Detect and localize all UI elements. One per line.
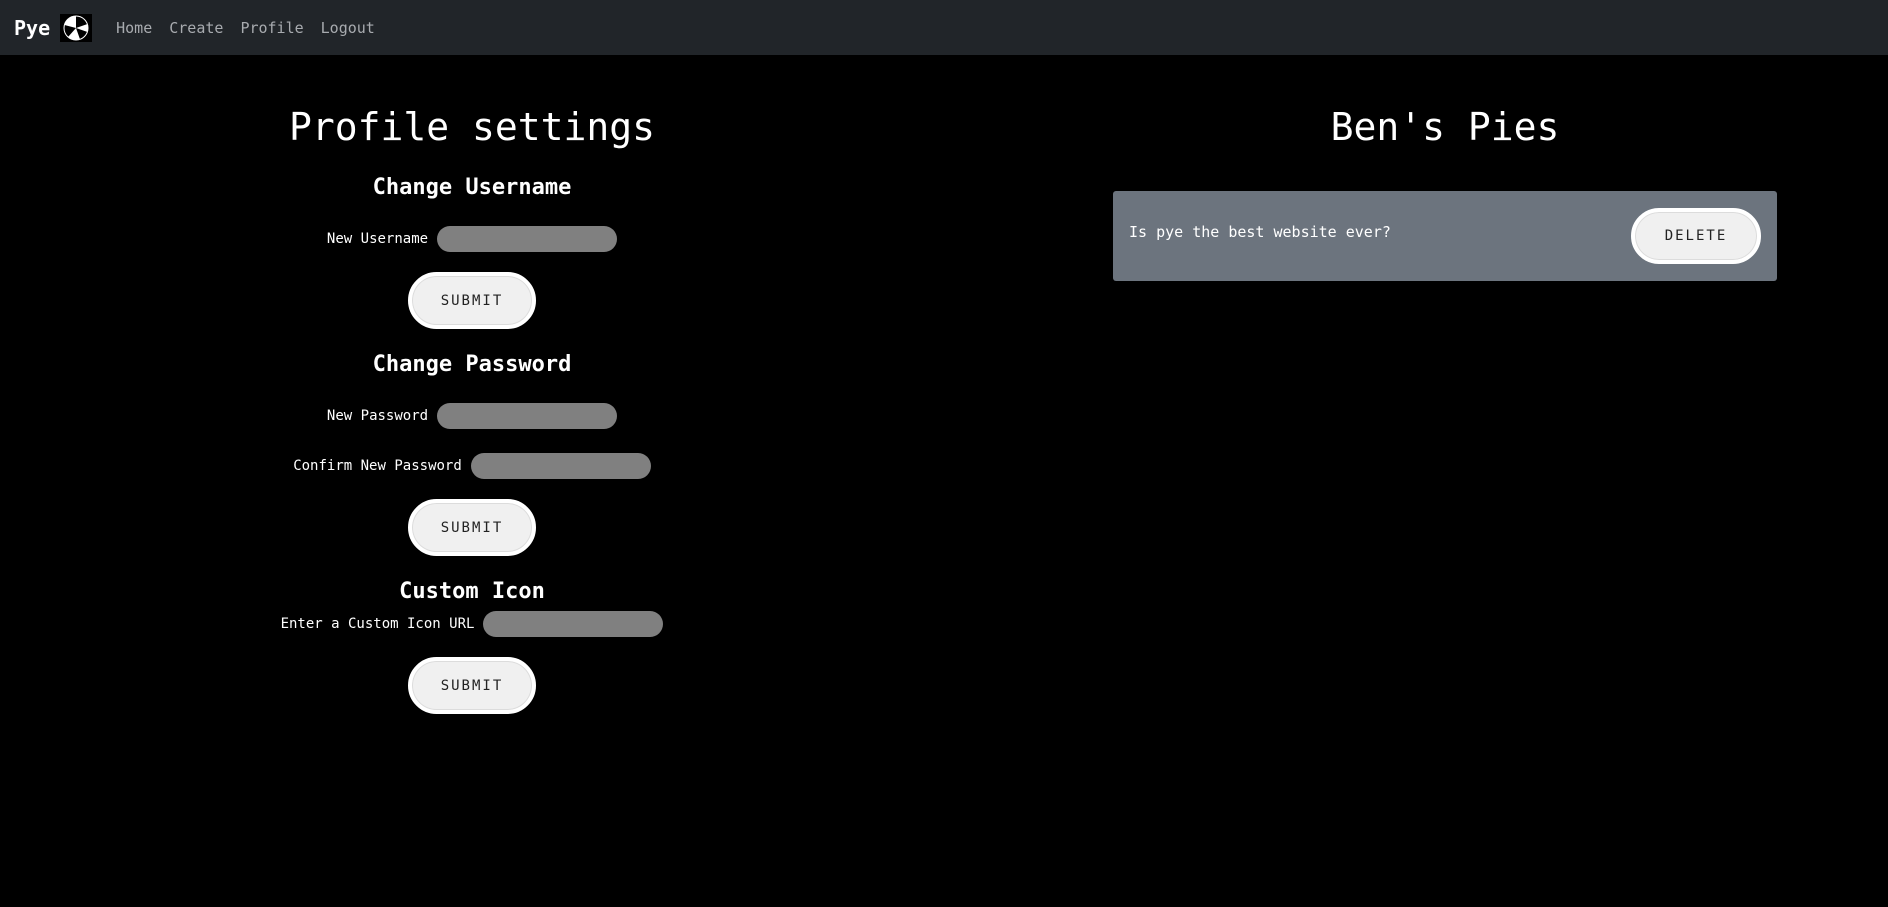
submit-password-button[interactable]: SUBMIT	[408, 499, 536, 556]
pie-question[interactable]: Is pye the best website ever?	[1129, 223, 1391, 241]
nav-link-create[interactable]: Create	[169, 19, 223, 37]
custom-icon-label: Enter a Custom Icon URL	[280, 616, 475, 632]
navbar: Pye Home Create Profile Logout	[0, 0, 1888, 55]
pie-card[interactable]: Is pye the best website ever? DELETE	[1113, 191, 1777, 281]
custom-icon-heading: Custom Icon	[399, 579, 545, 604]
change-username-heading: Change Username	[372, 175, 572, 200]
confirm-password-row: Confirm New Password	[293, 453, 651, 479]
new-username-input[interactable]	[437, 226, 618, 252]
new-username-label: New Username	[326, 231, 429, 247]
new-password-label: New Password	[326, 408, 429, 424]
confirm-password-input[interactable]	[470, 453, 651, 479]
brand-name[interactable]: Pye	[14, 16, 50, 40]
change-password-heading: Change Password	[372, 352, 572, 377]
confirm-password-label: Confirm New Password	[293, 458, 462, 474]
nav-link-logout[interactable]: Logout	[321, 19, 375, 37]
new-password-input[interactable]	[437, 403, 618, 429]
submit-icon-button[interactable]: SUBMIT	[408, 657, 536, 714]
submit-username-button[interactable]: SUBMIT	[408, 272, 536, 329]
custom-icon-url-input[interactable]	[483, 611, 664, 637]
brand[interactable]: Pye	[14, 13, 93, 42]
username-row: New Username	[326, 226, 618, 252]
custom-icon-row: Enter a Custom Icon URL	[281, 611, 664, 637]
pie-chart-icon[interactable]	[60, 13, 93, 42]
page-title: Profile settings	[288, 105, 656, 149]
nav-link-profile[interactable]: Profile	[240, 19, 303, 37]
new-password-row: New Password	[326, 403, 618, 429]
delete-pie-button[interactable]: DELETE	[1631, 208, 1761, 264]
pies-title: Ben's Pies	[1330, 105, 1560, 149]
user-pies-panel: Ben's Pies Is pye the best website ever?…	[1113, 55, 1777, 281]
nav-links: Home Create Profile Logout	[116, 19, 392, 37]
nav-link-home[interactable]: Home	[116, 19, 152, 37]
profile-settings-panel: Profile settings Change Username New Use…	[0, 55, 944, 714]
